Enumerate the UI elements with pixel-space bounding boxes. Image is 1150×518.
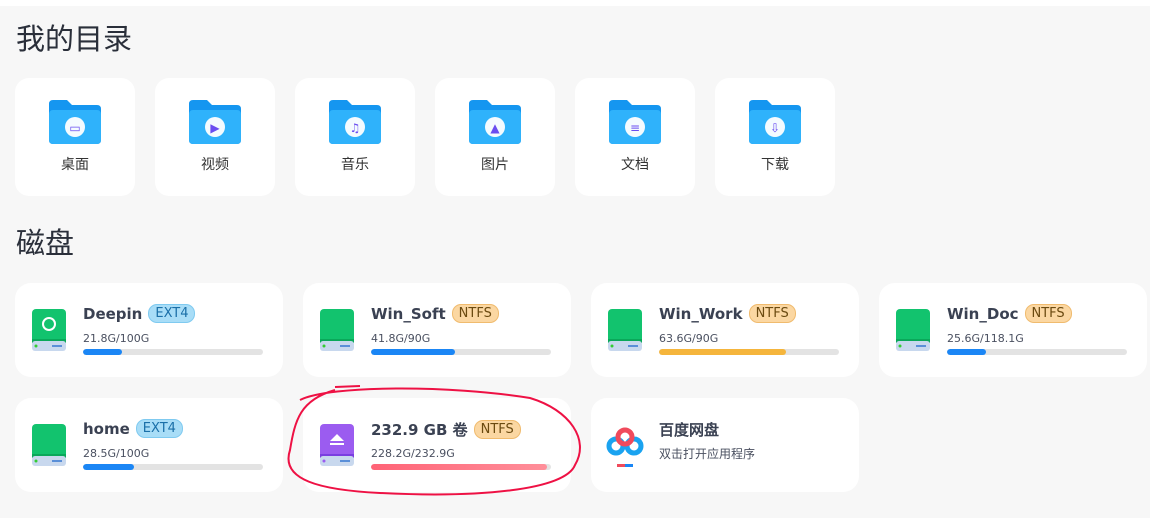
svg-text:▶: ▶ — [210, 121, 220, 135]
disk-drive-icon — [320, 309, 354, 351]
disk-usage-bar — [371, 464, 551, 470]
filesystem-badge: NTFS — [473, 420, 521, 439]
section-title-disks: 磁盘 — [16, 226, 75, 260]
folder-card-4[interactable]: ≡ 文档 — [575, 78, 695, 196]
svg-text:▭: ▭ — [69, 121, 80, 135]
svg-text:≡: ≡ — [630, 121, 640, 135]
disk-usage-bar — [371, 349, 551, 355]
disk-usage-fill — [83, 349, 123, 355]
disk-card-3[interactable]: Win_Doc NTFS 25.6G/118.1G — [879, 283, 1147, 377]
app-name: 百度网盘 — [659, 421, 720, 439]
documents-folder-icon: ≡ — [609, 100, 661, 144]
disk-usage-fill — [947, 349, 987, 355]
disk-usage-text: 41.8G/90G — [371, 332, 431, 345]
folder-label: 桌面 — [61, 157, 89, 173]
filesystem-badge: NTFS — [451, 304, 499, 323]
removable-drive-icon — [320, 424, 354, 466]
disk-usage-text: 63.6G/90G — [659, 332, 719, 345]
filesystem-badge: EXT4 — [148, 304, 196, 323]
pictures-folder-icon: ▲ — [469, 100, 521, 144]
disk-usage-bar — [83, 349, 263, 355]
disk-name: 232.9 GB 卷 — [371, 421, 468, 439]
filesystem-badge: NTFS — [748, 304, 796, 323]
svg-text:▲: ▲ — [490, 121, 500, 135]
disk-card-1[interactable]: Win_Soft NTFS 41.8G/90G — [303, 283, 571, 377]
folder-label: 图片 — [481, 157, 509, 173]
disk-usage-fill — [659, 349, 787, 355]
folder-card-1[interactable]: ▶ 视频 — [155, 78, 275, 196]
folder-label: 音乐 — [341, 157, 369, 173]
svg-text:♫: ♫ — [350, 121, 361, 135]
disk-card-4[interactable]: home EXT4 28.5G/100G — [15, 398, 283, 492]
disk-usage-fill — [371, 464, 548, 470]
disk-usage-bar — [659, 349, 839, 355]
disk-usage-bar — [947, 349, 1127, 355]
disk-drive-icon — [896, 309, 930, 351]
disk-drive-icon — [608, 309, 642, 351]
disk-drive-icon — [32, 424, 66, 466]
app-description: 双击打开应用程序 — [659, 447, 756, 461]
top-strip — [0, 0, 1150, 6]
disk-name: Win_Work — [659, 304, 743, 323]
disk-usage-fill — [83, 464, 135, 470]
disk-usage-text: 228.2G/232.9G — [371, 447, 455, 460]
music-folder-icon: ♫ — [329, 100, 381, 144]
downloads-folder-icon: ⇩ — [749, 100, 801, 144]
folder-card-0[interactable]: ▭ 桌面 — [15, 78, 135, 196]
disk-usage-bar — [83, 464, 263, 470]
video-folder-icon: ▶ — [189, 100, 241, 144]
folder-card-5[interactable]: ⇩ 下载 — [715, 78, 835, 196]
disk-name: Win_Soft — [371, 304, 446, 323]
folder-label: 文档 — [621, 157, 649, 173]
disk-usage-fill — [371, 349, 455, 355]
svg-text:⇩: ⇩ — [770, 121, 780, 135]
disk-name: home — [83, 419, 130, 438]
folder-card-2[interactable]: ♫ 音乐 — [295, 78, 415, 196]
disk-name: Deepin — [83, 304, 143, 323]
disk-card-0[interactable]: Deepin EXT4 21.8G/100G — [15, 283, 283, 377]
disk-usage-text: 21.8G/100G — [83, 332, 150, 345]
filesystem-badge: EXT4 — [135, 419, 183, 438]
folder-label: 下载 — [761, 157, 789, 173]
folder-label: 视频 — [201, 157, 229, 173]
baidu-netdisk-icon — [606, 427, 644, 467]
disk-card-2[interactable]: Win_Work NTFS 63.6G/90G — [591, 283, 859, 377]
disk-name: Win_Doc — [947, 304, 1019, 323]
desktop-folder-icon: ▭ — [49, 100, 101, 144]
disk-usage-text: 28.5G/100G — [83, 447, 150, 460]
section-title-directories: 我的目录 — [16, 22, 133, 56]
disk-card-5[interactable]: 232.9 GB 卷 NTFS 228.2G/232.9G — [303, 398, 571, 492]
disk-usage-text: 25.6G/118.1G — [947, 332, 1024, 345]
disk-drive-icon — [32, 309, 66, 351]
folder-card-3[interactable]: ▲ 图片 — [435, 78, 555, 196]
app-card-baidu-netdisk[interactable]: 百度网盘 双击打开应用程序 — [591, 398, 859, 492]
filesystem-badge: NTFS — [1024, 304, 1072, 323]
